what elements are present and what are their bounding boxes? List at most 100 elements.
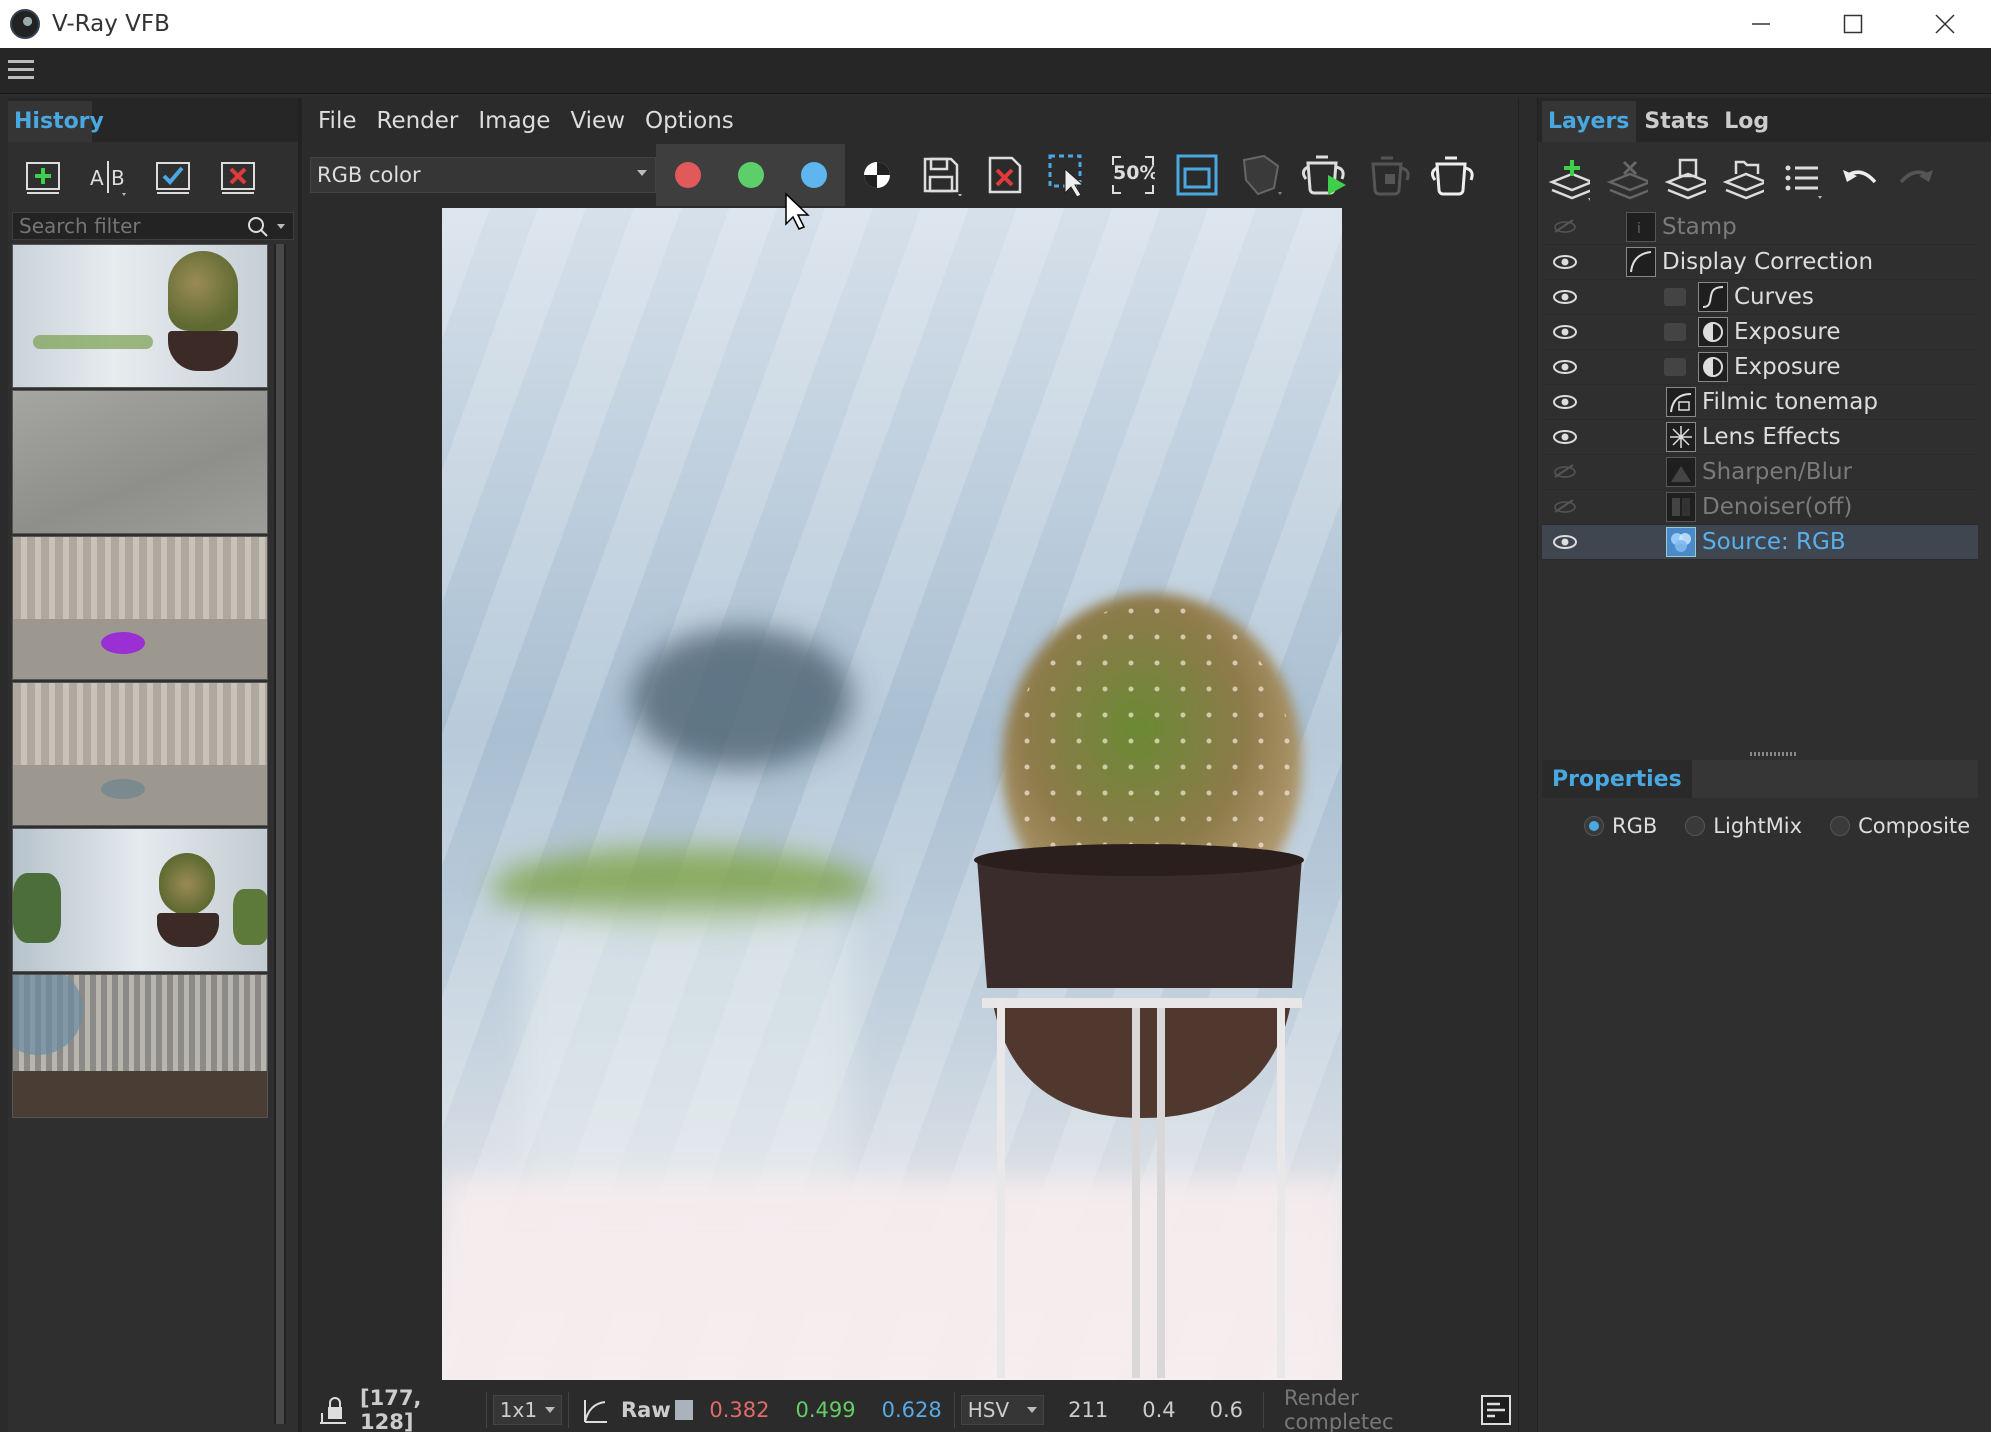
history-thumbnail[interactable] [12,828,268,972]
eye-icon[interactable] [1552,426,1578,448]
start-render-button[interactable] [1293,144,1357,206]
stop-render-button[interactable] [1357,144,1421,206]
tab-history[interactable]: History [8,101,104,142]
add-layer-button[interactable] [1548,159,1590,201]
fit-view-button[interactable] [1165,144,1229,206]
layer-row-source-rgb[interactable]: Source: RGB [1542,525,1978,560]
save-image-button[interactable] [909,144,973,206]
region-select-button[interactable] [1037,144,1101,206]
eye-icon[interactable] [1552,251,1578,273]
menu-bar: File Render Image View Options [302,98,1518,144]
layer-row-display-correction[interactable]: Display Correction [1542,245,1978,280]
maximize-icon [1843,14,1863,34]
maximize-button[interactable] [1807,0,1899,48]
radio-composite[interactable]: Composite [1830,814,1970,838]
undo-button[interactable] [1838,159,1880,201]
saturation-value: 0.4 [1142,1398,1176,1422]
layer-row-denoiser[interactable]: Denoiser(off) [1542,490,1978,525]
clear-image-button[interactable] [973,144,1037,206]
right-splitter[interactable] [1518,98,1538,1432]
minimize-button[interactable] [1715,0,1807,48]
radio-dot-icon [1830,816,1851,836]
check-icon[interactable] [152,156,194,198]
history-thumbnail[interactable] [12,682,268,826]
history-thumbnail[interactable] [12,390,268,534]
tab-layers[interactable]: Layers [1542,101,1637,142]
radio-rgb[interactable]: RGB [1584,814,1657,838]
menu-image[interactable]: Image [478,108,550,134]
eye-icon[interactable] [1552,321,1578,343]
radio-dot-icon [1685,816,1706,836]
layer-row-sharpen-blur[interactable]: Sharpen/Blur [1542,455,1978,490]
color-corrections-toggle[interactable] [575,1392,615,1428]
zoom-50-button[interactable]: 50% [1101,144,1165,206]
layer-name: Display Correction [1662,249,1874,275]
ab-compare-icon[interactable]: AB [87,156,129,198]
layer-name: Denoiser(off) [1702,494,1853,520]
sharpen-blur-icon [1666,457,1696,487]
window-title: V-Ray VFB [52,11,170,37]
teapot-play-icon [1301,155,1346,195]
exposure-icon [1698,317,1728,347]
zoom-50-icon: 50% [1112,156,1155,194]
search-filter[interactable] [12,212,294,240]
history-thumbnail[interactable] [12,244,268,388]
menu-view[interactable]: View [570,108,625,134]
add-history-icon[interactable] [22,156,64,198]
close-button[interactable] [1899,0,1991,48]
title-bar: V-Ray VFB [0,0,1991,48]
green-channel-button[interactable] [719,144,782,206]
eye-icon[interactable] [1552,356,1578,378]
history-scrollbar[interactable] [274,244,286,1424]
lock-button[interactable] [312,1392,354,1428]
eye-hidden-icon[interactable] [1552,496,1578,518]
colorspace-value: HSV [967,1398,1010,1422]
log-button[interactable] [1474,1392,1518,1428]
layer-list-button[interactable] [1780,159,1822,201]
delete-layer-icon [1606,160,1648,200]
colorspace-select[interactable]: HSV [960,1395,1045,1425]
layer-name: Stamp [1662,214,1737,240]
history-thumbnail[interactable] [12,974,268,1118]
eye-icon[interactable] [1552,286,1578,308]
eye-icon[interactable] [1552,391,1578,413]
teapot-icon [1430,156,1474,196]
layer-row-exposure[interactable]: Exposure [1542,350,1978,385]
save-layers-button[interactable] [1664,158,1706,201]
mono-toggle-button[interactable] [845,144,909,206]
search-input[interactable] [19,214,219,238]
layer-row-stamp[interactable]: i Stamp [1542,210,1978,245]
delete-layer-button[interactable] [1606,159,1648,201]
tab-log[interactable]: Log [1718,101,1776,142]
radio-lightmix[interactable]: LightMix [1685,814,1802,838]
pixel-ratio-select[interactable]: 1x1 [492,1395,563,1425]
render-status-message: Render completec [1283,1386,1394,1432]
history-panel: History AB [8,98,298,1432]
red-dot-icon [674,162,701,188]
render-viewport[interactable] [442,208,1342,1380]
channel-select[interactable]: RGB color [310,157,656,193]
source-rgb-icon [1666,527,1696,557]
load-layers-button[interactable] [1722,159,1764,201]
delete-icon[interactable] [217,156,259,198]
panel-resize-grip[interactable] [1750,752,1796,756]
search-icon [248,217,285,237]
render-button[interactable] [1421,144,1485,206]
interactive-render-button[interactable] [1229,144,1293,206]
menu-options[interactable]: Options [645,108,734,134]
layer-row-filmic-tonemap[interactable]: Filmic tonemap [1542,385,1978,420]
menu-file[interactable]: File [318,108,357,134]
history-thumbnail[interactable] [12,536,268,680]
tab-stats[interactable]: Stats [1638,101,1716,142]
layer-row-lens-effects[interactable]: Lens Effects [1542,420,1978,455]
fit-view-icon [1176,154,1218,196]
hamburger-menu-icon[interactable] [8,60,34,82]
layer-row-exposure[interactable]: Exposure [1542,315,1978,350]
red-channel-button[interactable] [656,144,719,206]
eye-icon[interactable] [1552,531,1578,553]
menu-render[interactable]: Render [377,108,459,134]
eye-hidden-icon[interactable] [1552,461,1578,483]
eye-hidden-icon[interactable] [1552,216,1578,238]
layer-row-curves[interactable]: Curves [1542,280,1978,315]
redo-button[interactable] [1896,159,1938,201]
